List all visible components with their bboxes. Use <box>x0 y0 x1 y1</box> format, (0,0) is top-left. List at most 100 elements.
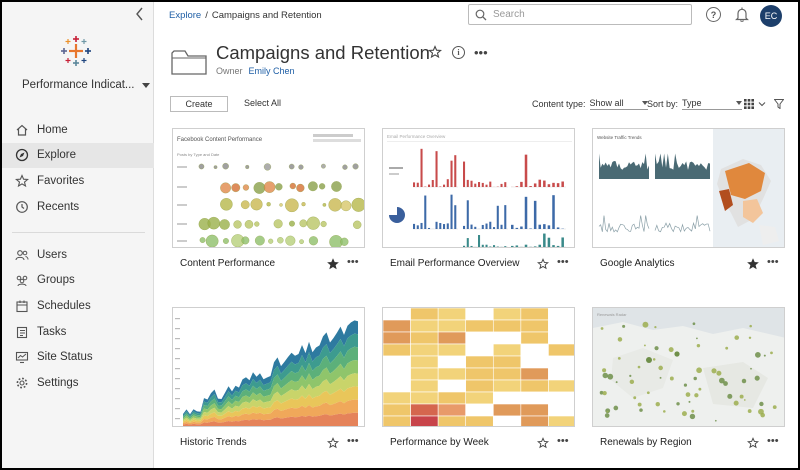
workbook-name[interactable]: Google Analytics <box>600 258 675 269</box>
heatmap-thumbnail <box>383 308 574 426</box>
breadcrumb: Explore / Campaigns and Retention <box>169 10 322 21</box>
more-actions-icon[interactable]: ••• <box>557 257 569 268</box>
user-avatar[interactable]: EC <box>760 5 782 27</box>
owner-label: Owner <box>216 66 243 76</box>
nav-divider <box>12 232 145 233</box>
workbook-name[interactable]: Performance by Week <box>390 437 489 448</box>
traffic-map-thumbnail: Website Traffic Trends <box>597 129 784 247</box>
gear-icon <box>15 376 29 390</box>
owner-line: Owner Emily Chen <box>216 66 295 76</box>
workbook-thumbnail[interactable]: Facebook Content Performance Posts by Ty… <box>172 128 365 248</box>
info-icon[interactable]: i <box>452 46 465 59</box>
content-type-value: Show all <box>589 98 624 108</box>
breadcrumb-current: Campaigns and Retention <box>211 10 322 21</box>
workbook-thumbnail[interactable] <box>382 307 575 427</box>
content-type-select[interactable]: Show all <box>589 98 648 110</box>
nav-item-explore[interactable]: Explore <box>2 142 154 169</box>
sort-filter: Sort by: Type <box>647 98 743 110</box>
favorite-star-icon[interactable] <box>428 45 442 59</box>
folder-icon <box>171 50 207 75</box>
workbook-name[interactable]: Content Performance <box>180 258 275 269</box>
sort-select[interactable]: Type <box>682 98 743 110</box>
sidebar: Performance Indicat... Home Explore Favo… <box>2 2 154 468</box>
secondary-nav: Users Groups Schedules Tasks Site Status… <box>2 242 154 396</box>
caret-down-icon <box>141 82 150 88</box>
site-status-icon <box>15 350 29 364</box>
map-thumbnail: Renewals Radar <box>593 308 784 426</box>
thumb-title: Renewals Radar <box>597 312 627 317</box>
tableau-logo <box>61 36 91 66</box>
nav-item-site-status[interactable]: Site Status <box>2 344 154 370</box>
breadcrumb-separator: / <box>205 10 208 21</box>
nav-item-recents[interactable]: Recents <box>2 194 154 220</box>
search-box <box>468 4 692 25</box>
workbook-thumbnail[interactable]: Email Performance Overview <box>382 128 575 248</box>
nav-item-tasks[interactable]: Tasks <box>2 319 154 345</box>
workbook-name[interactable]: Historic Trends <box>180 437 247 448</box>
nav-item-label: Users <box>37 248 68 261</box>
favorite-star-icon[interactable] <box>537 258 549 270</box>
more-actions-icon[interactable]: ••• <box>767 436 779 447</box>
favorite-star-icon[interactable] <box>327 437 339 449</box>
nav-item-favorites[interactable]: Favorites <box>2 168 154 194</box>
more-actions-icon[interactable]: ••• <box>767 257 779 268</box>
workbook-name[interactable]: Email Performance Overview <box>390 258 519 269</box>
breadcrumb-explore-link[interactable]: Explore <box>169 10 201 21</box>
nav-item-label: Settings <box>37 376 79 389</box>
select-all-button[interactable]: Select All <box>244 98 281 108</box>
thumb-title: Email Performance Overview <box>387 134 446 139</box>
more-actions-icon[interactable]: ••• <box>347 257 359 268</box>
page-title: Campaigns and Retention <box>216 42 430 63</box>
search-input[interactable] <box>493 9 673 20</box>
nav-item-schedules[interactable]: Schedules <box>2 293 154 319</box>
home-icon <box>15 123 29 137</box>
favorite-star-icon[interactable] <box>747 437 759 449</box>
groups-icon <box>15 273 29 287</box>
grid-view-icon <box>744 98 754 109</box>
star-icon <box>15 174 29 188</box>
help-icon[interactable]: ? <box>706 7 721 22</box>
primary-nav: Home Explore Favorites Recents <box>2 117 154 219</box>
nav-item-label: Site Status <box>37 351 93 364</box>
owner-name-link[interactable]: Emily Chen <box>249 66 295 76</box>
nav-item-home[interactable]: Home <box>2 117 154 143</box>
bar-grid-thumbnail: Email Performance Overview <box>387 134 572 247</box>
workbook-thumbnail[interactable] <box>172 307 365 427</box>
grid-view-toggle[interactable] <box>744 98 766 109</box>
create-button[interactable]: Create <box>170 96 228 112</box>
chevron-down-icon <box>758 101 766 106</box>
nav-item-groups[interactable]: Groups <box>2 268 154 294</box>
site-name: Performance Indicat... <box>22 79 135 91</box>
content-type-label: Content type: <box>532 99 586 109</box>
workbook-thumbnail[interactable]: Website Traffic Trends <box>592 128 785 248</box>
stacked-area-thumbnail <box>175 318 358 426</box>
nav-item-label: Explore <box>37 149 76 162</box>
workbook-name[interactable]: Renewals by Region <box>600 437 692 448</box>
favorite-star-filled-icon[interactable] <box>747 258 759 270</box>
workbook-thumbnail[interactable]: Renewals Radar <box>592 307 785 427</box>
bubble-chart-thumbnail: Facebook Content Performance Posts by Ty… <box>177 134 364 247</box>
clock-icon <box>15 200 29 214</box>
users-icon <box>15 248 29 262</box>
more-actions-icon[interactable]: ••• <box>347 436 359 447</box>
nav-item-settings[interactable]: Settings <box>2 370 154 396</box>
more-actions-icon[interactable]: ••• <box>557 436 569 447</box>
site-switcher[interactable]: Performance Indicat... <box>22 77 150 93</box>
nav-item-label: Schedules <box>37 299 91 312</box>
collapse-sidebar-icon[interactable] <box>133 6 147 22</box>
chevron-down-icon <box>736 101 743 105</box>
nav-item-users[interactable]: Users <box>2 242 154 268</box>
nav-item-label: Groups <box>37 274 75 287</box>
thumb-title: Website Traffic Trends <box>597 135 642 140</box>
content-type-filter: Content type: Show all <box>532 98 648 110</box>
filter-icon[interactable] <box>774 99 784 109</box>
tasks-icon <box>15 325 29 339</box>
favorite-star-icon[interactable] <box>537 437 549 449</box>
app-frame: Performance Indicat... Home Explore Favo… <box>2 2 798 468</box>
favorite-star-filled-icon[interactable] <box>327 258 339 270</box>
search-icon <box>475 9 487 20</box>
notifications-bell-icon[interactable] <box>734 6 750 23</box>
more-actions-icon[interactable]: ••• <box>474 45 488 60</box>
nav-item-label: Tasks <box>37 325 67 338</box>
sort-label: Sort by: <box>647 99 679 109</box>
